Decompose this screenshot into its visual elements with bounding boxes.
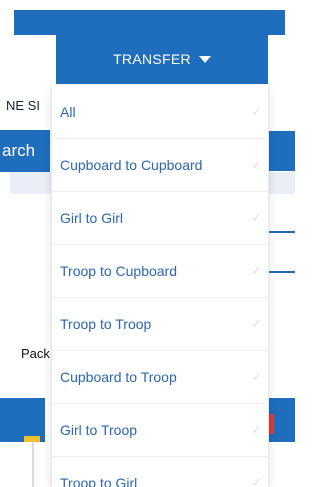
- menu-item-label: Girl to Girl: [60, 210, 123, 226]
- menu-item-label: Cupboard to Cupboard: [60, 157, 203, 173]
- background-label: NE SI: [6, 98, 40, 113]
- menu-item-troop-to-girl[interactable]: Troop to Girl ✓: [52, 457, 268, 487]
- menu-item-label: Girl to Troop: [60, 422, 138, 438]
- check-icon: ✓: [251, 475, 262, 487]
- check-icon: ✓: [251, 210, 262, 225]
- background-right-line: [268, 271, 295, 273]
- menu-item-troop-to-cupboard[interactable]: Troop to Cupboard ✓: [52, 245, 268, 298]
- background-filter-strip: [10, 172, 54, 194]
- menu-item-label: All: [60, 104, 76, 120]
- top-bar: [14, 10, 285, 35]
- background-divider: [32, 442, 34, 487]
- check-icon: ✓: [251, 369, 262, 384]
- check-icon: ✓: [251, 316, 262, 331]
- background-right-line: [268, 231, 295, 233]
- check-icon: ✓: [251, 104, 262, 119]
- menu-item-label: Troop to Girl: [60, 475, 138, 487]
- menu-item-label: Troop to Troop: [60, 316, 152, 332]
- menu-item-cupboard-to-troop[interactable]: Cupboard to Troop ✓: [52, 351, 268, 404]
- menu-item-troop-to-troop[interactable]: Troop to Troop ✓: [52, 298, 268, 351]
- check-icon: ✓: [251, 263, 262, 278]
- menu-item-label: Cupboard to Troop: [60, 369, 177, 385]
- transfer-dropdown-menu: All ✓ Cupboard to Cupboard ✓ Girl to Gir…: [51, 86, 269, 487]
- menu-item-girl-to-girl[interactable]: Girl to Girl ✓: [52, 192, 268, 245]
- menu-item-cupboard-to-cupboard[interactable]: Cupboard to Cupboard ✓: [52, 139, 268, 192]
- menu-item-label: Troop to Cupboard: [60, 263, 177, 279]
- caret-down-icon: [198, 56, 211, 63]
- check-icon: ✓: [251, 422, 262, 437]
- menu-item-girl-to-troop[interactable]: Girl to Troop ✓: [52, 404, 268, 457]
- background-search-button[interactable]: arch: [0, 130, 50, 172]
- check-icon: ✓: [251, 157, 262, 172]
- transfer-label: TRANSFER: [113, 51, 191, 67]
- menu-item-all[interactable]: All ✓: [52, 86, 268, 139]
- transfer-dropdown-button[interactable]: TRANSFER: [56, 34, 268, 84]
